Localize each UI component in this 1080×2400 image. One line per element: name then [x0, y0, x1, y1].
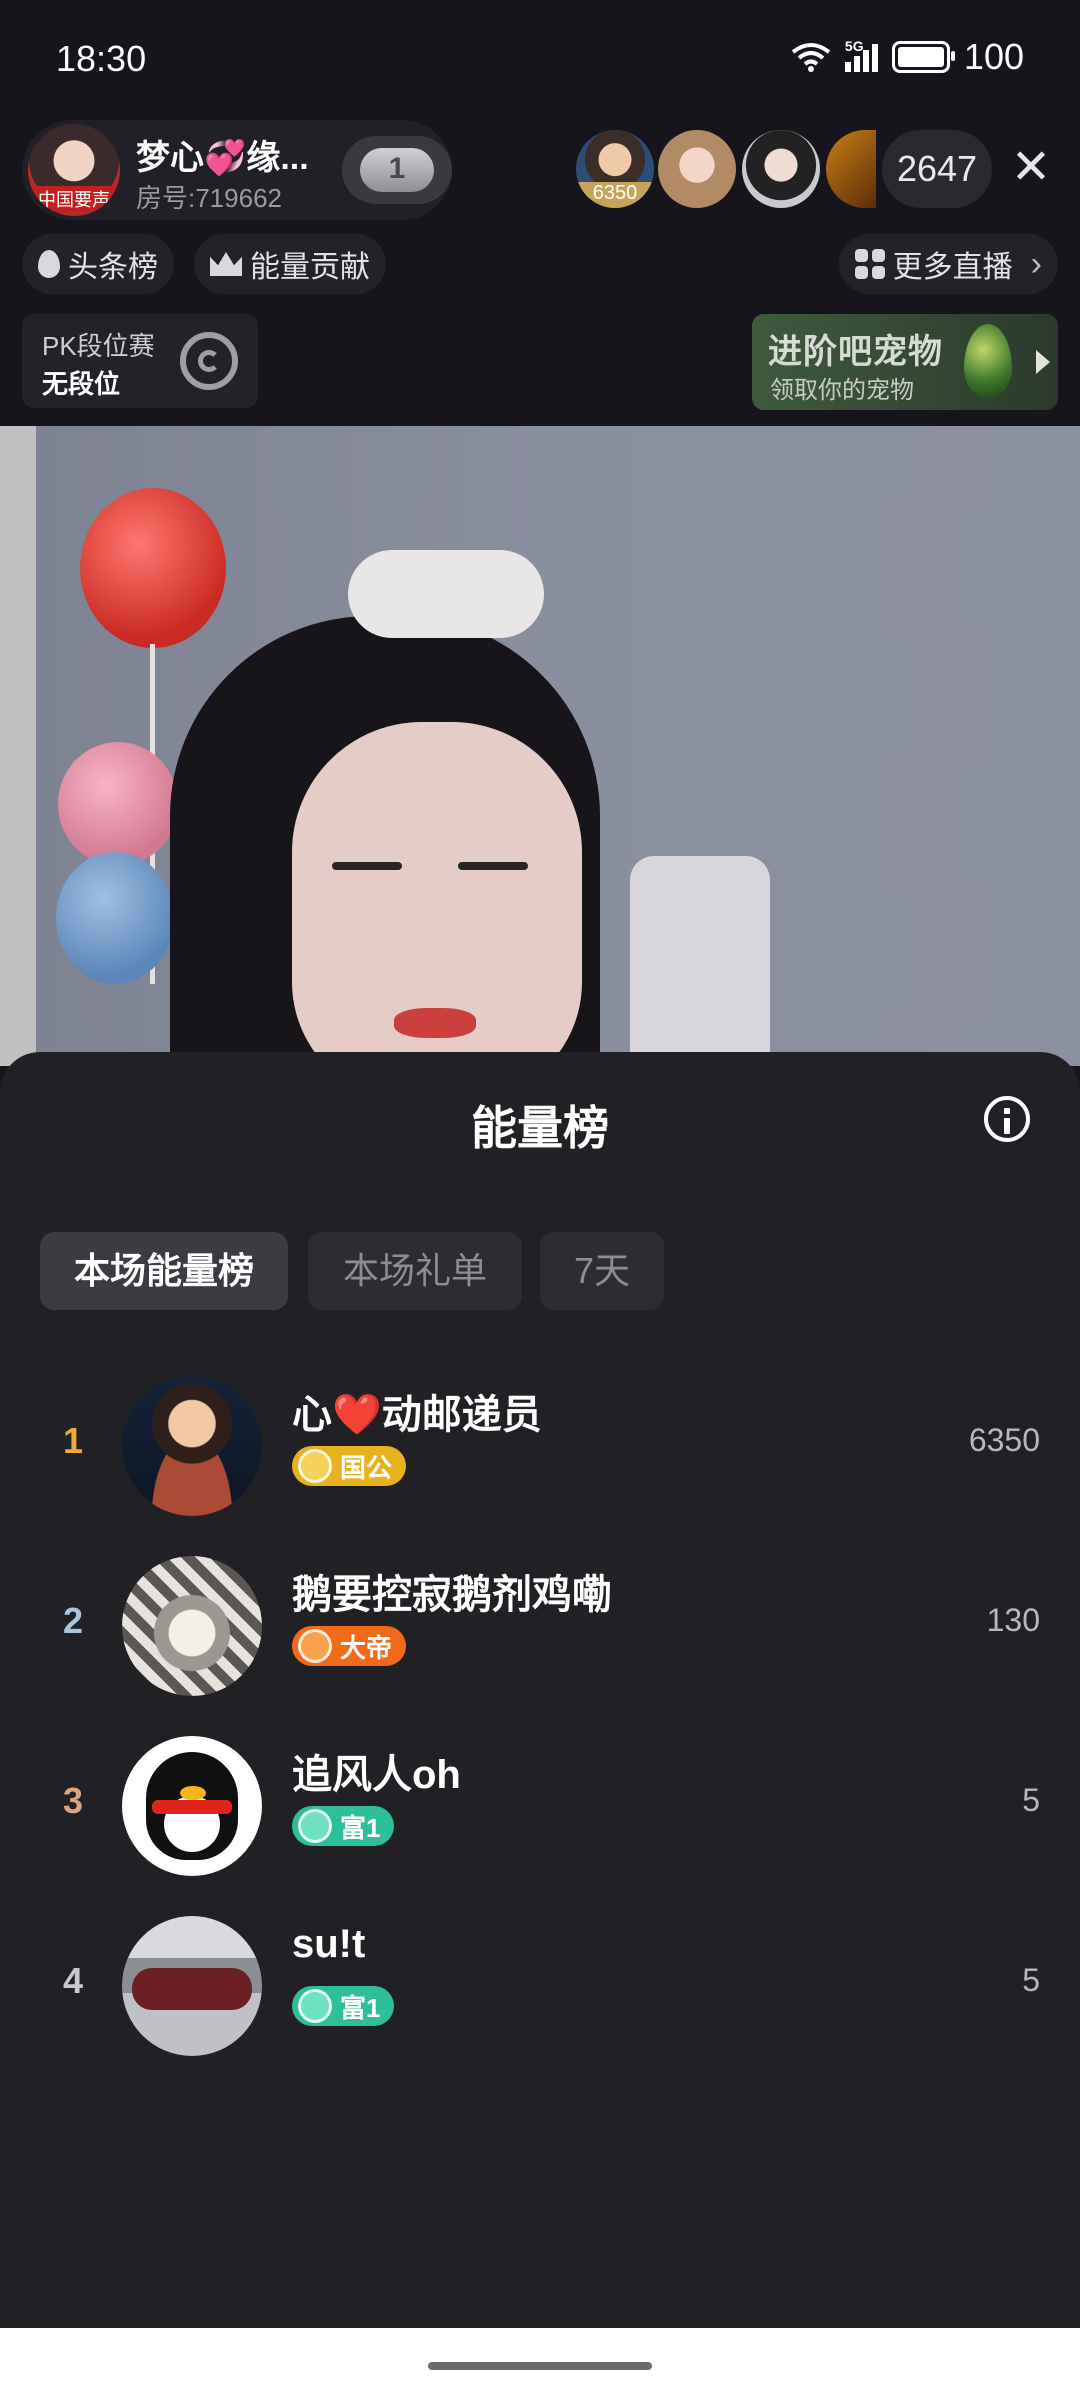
battery-icon [891, 41, 955, 73]
rank-number: 1 [62, 1420, 84, 1461]
room-id: 房号:719662 [136, 183, 282, 213]
level-badge: 国公 [292, 1446, 407, 1486]
viewer-badge: 6350 [576, 182, 654, 208]
penguin-icon [146, 1752, 238, 1860]
hair-bow [348, 550, 544, 638]
viewer-count[interactable]: 2647 [882, 130, 992, 208]
pk-rank-card[interactable]: PK段位赛 无段位 [22, 314, 258, 408]
drop-icon [38, 250, 60, 278]
pet-title: 进阶吧宠物 [768, 333, 943, 371]
level-badge-label: 富1 [340, 1812, 381, 1843]
shield-icon [298, 1629, 332, 1663]
level-badge-label: 国公 [340, 1452, 393, 1483]
more-live-chip[interactable]: 更多直播 › [838, 234, 1058, 294]
pet-subtitle: 领取你的宠物 [770, 377, 914, 404]
energy-score: 6350 [968, 1422, 1040, 1458]
chair [630, 856, 770, 1066]
ranking-row[interactable]: 3 追风人oh 富1 5 [0, 1726, 1080, 1886]
user-name: su!t [292, 1922, 366, 1966]
status-bar: 18:30 5G 100 [0, 0, 1080, 120]
host-name: 梦心💞缘... [136, 139, 309, 177]
wifi-icon [791, 43, 831, 72]
home-indicator[interactable] [428, 2362, 652, 2370]
live-room-header: 中国要声 梦心💞缘... 房号:719662 1 6350 2647 ✕ 头条榜… [0, 120, 1080, 426]
crown-icon [210, 252, 242, 276]
tab-session-gifts[interactable]: 本场礼单 [308, 1232, 522, 1310]
rank-number: 4 [62, 1960, 84, 2001]
balloon-pink [58, 742, 178, 866]
pk-rank: 无段位 [42, 369, 121, 399]
avatar[interactable] [122, 1556, 262, 1696]
close-button[interactable]: ✕ [1006, 138, 1056, 198]
ranking-row[interactable]: 2 鹅要控寂鹅剂鸡嘞 大帝 130 [0, 1546, 1080, 1706]
user-name: 心❤️动邮递员 [292, 1393, 542, 1437]
host-avatar-tag: 中国要声 [28, 186, 120, 212]
avatar[interactable] [122, 1736, 262, 1876]
more-live-label: 更多直播 [892, 251, 1013, 284]
pk-rank-icon [180, 332, 238, 390]
host-info[interactable]: 中国要声 梦心💞缘... 房号:719662 1 [22, 120, 452, 220]
triangle-icon [298, 1809, 332, 1843]
viewer-avatar-2[interactable] [658, 130, 736, 208]
rank-number: 2 [62, 1600, 84, 1641]
status-time: 18:30 [56, 38, 147, 79]
battery-level: 100 [963, 36, 1024, 77]
ranking-row[interactable]: 1 心❤️动邮递员 国公 6350 [0, 1366, 1080, 1526]
energy-contribution-chip[interactable]: 能量贡献 [194, 234, 386, 294]
avatar[interactable] [122, 1916, 262, 2056]
level-badge-label: 大帝 [340, 1632, 393, 1663]
level-badge-label: 富1 [340, 1992, 381, 2023]
energy-score: 5 [1022, 1782, 1040, 1818]
info-icon[interactable] [984, 1096, 1030, 1142]
balloon-blue [56, 852, 174, 984]
pet-banner[interactable]: 进阶吧宠物 领取你的宠物 [752, 314, 1058, 410]
ranking-row[interactable]: 4 su!t 富1 5 [0, 1906, 1080, 2066]
network-type-label: 5G [844, 38, 864, 54]
navigation-bar [0, 2328, 1080, 2400]
egg-icon [964, 324, 1012, 398]
pk-title: PK段位赛 [42, 331, 155, 361]
viewer-avatar-1[interactable]: 6350 [576, 130, 654, 208]
user-name: 鹅要控寂鹅剂鸡嘞 [292, 1573, 612, 1617]
signal-icon: 5G [844, 38, 878, 72]
headlines-chip[interactable]: 头条榜 [22, 234, 174, 294]
energy-contribution-label: 能量贡献 [250, 251, 370, 284]
headlines-label: 头条榜 [68, 251, 158, 284]
diamond-icon [298, 1449, 332, 1483]
chevron-right-icon: › [1030, 244, 1042, 283]
play-arrow-icon [1036, 350, 1050, 374]
avatar[interactable] [122, 1376, 262, 1516]
energy-score: 5 [1022, 1962, 1040, 1998]
host-avatar[interactable]: 中国要声 [28, 124, 120, 216]
triangle-icon [298, 1989, 332, 2023]
level-badge: 富1 [292, 1986, 395, 2026]
streamer-face [292, 722, 582, 1066]
balloon-red [80, 488, 226, 648]
tab-session-energy[interactable]: 本场能量榜 [40, 1232, 288, 1310]
rank-number: 3 [62, 1780, 84, 1821]
energy-ranking-sheet: 能量榜 本场能量榜 本场礼单 7天 1 心❤️动邮递员 国公 6350 2 鹅要… [0, 1052, 1080, 2328]
level-badge: 富1 [292, 1806, 395, 1846]
live-video[interactable] [0, 426, 1080, 1066]
user-name: 追风人oh [292, 1753, 461, 1797]
follow-badge[interactable]: 1 [342, 136, 452, 204]
motorcycle-image [132, 1968, 252, 2010]
follow-badge-level: 1 [388, 152, 406, 185]
level-badge: 大帝 [292, 1626, 407, 1666]
status-icons: 5G 100 [791, 36, 1024, 78]
sheet-title: 能量榜 [471, 1102, 609, 1154]
viewer-avatar-4[interactable] [826, 130, 876, 208]
energy-score: 130 [986, 1602, 1040, 1638]
viewer-avatar-3[interactable] [742, 130, 820, 208]
tab-seven-days[interactable]: 7天 [540, 1232, 664, 1310]
grid-icon [854, 249, 885, 279]
